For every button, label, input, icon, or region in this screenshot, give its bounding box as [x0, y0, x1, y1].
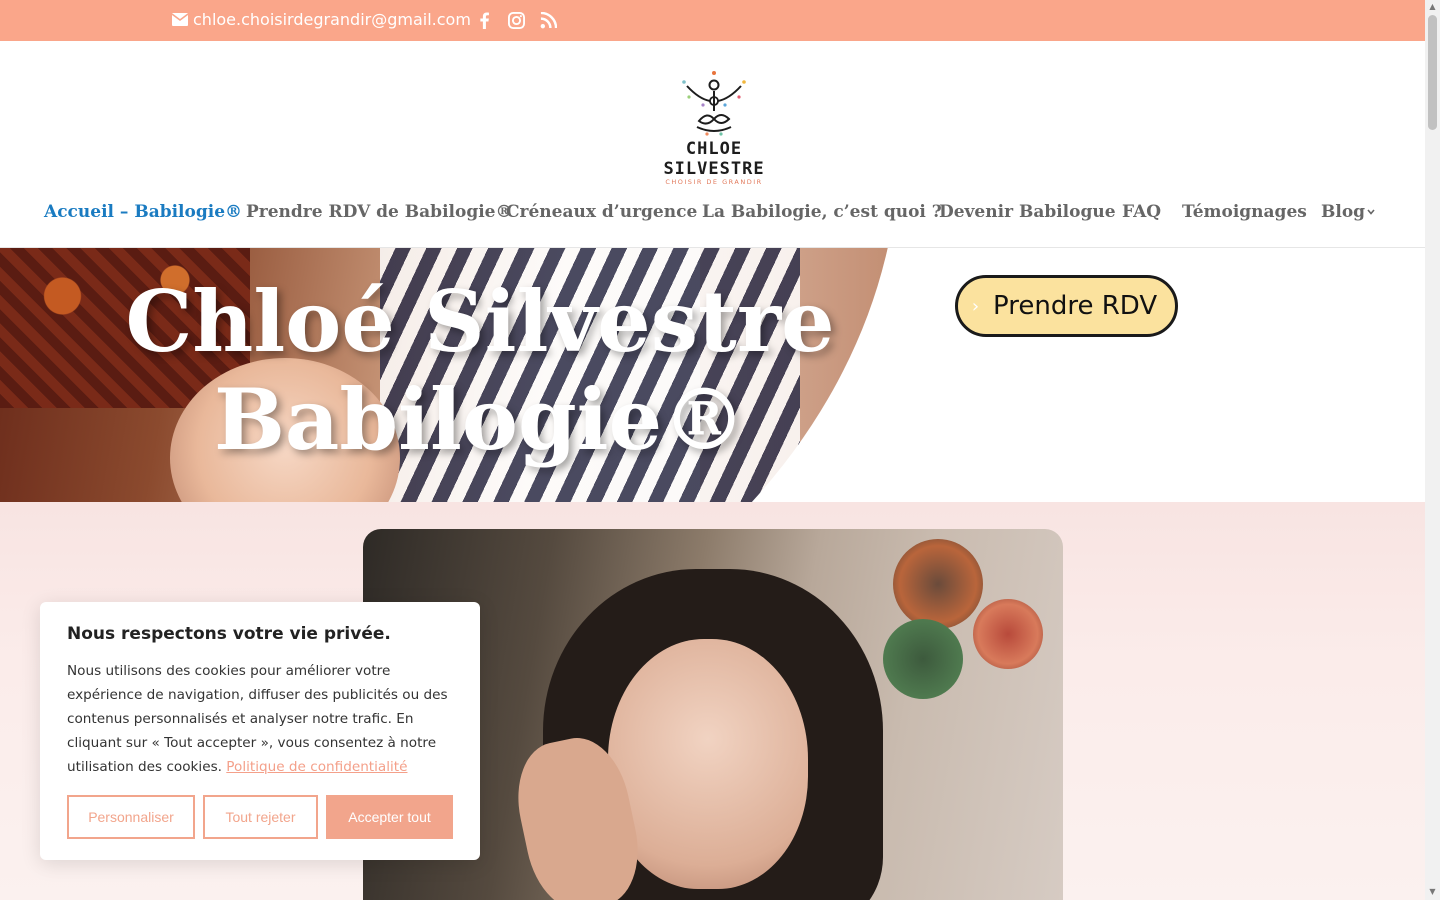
chevron-down-icon[interactable]	[1366, 207, 1376, 217]
customize-button[interactable]: Personnaliser	[67, 795, 195, 839]
cookie-buttons: Personnaliser Tout rejeter Accepter tout	[67, 795, 453, 839]
facebook-icon[interactable]	[475, 11, 493, 29]
instagram-icon[interactable]	[507, 11, 525, 29]
prendre-rdv-button[interactable]: › Prendre RDV	[955, 275, 1178, 337]
site-logo[interactable]: CHLOE SILVESTRE CHOISIR DE GRANDIR	[638, 69, 790, 186]
cookie-text: Nous utilisons des cookies pour améliore…	[67, 659, 453, 779]
cookie-banner: Nous respectons votre vie privée. Nous u…	[40, 602, 480, 860]
email-link[interactable]: chloe.choisirdegrandir@gmail.com	[172, 10, 471, 29]
site-header: CHLOE SILVESTRE CHOISIR DE GRANDIR Accue…	[0, 41, 1425, 248]
prendre-rdv-label: Prendre RDV	[993, 291, 1158, 321]
nav-item-faq[interactable]: FAQ	[1122, 202, 1161, 222]
hero-title: Chloé Silvestre	[125, 272, 835, 371]
rss-icon[interactable]	[539, 11, 557, 29]
nav-item-blog[interactable]: Blog	[1321, 202, 1365, 222]
hero-section: Chloé Silvestre Babilogie®	[0, 248, 1425, 502]
cookie-title: Nous respectons votre vie privée.	[67, 624, 391, 644]
main-nav: Accueil – Babilogie® Prendre RDV de Babi…	[0, 202, 1425, 226]
accept-all-button[interactable]: Accepter tout	[326, 795, 453, 839]
logo-subtitle: CHOISIR DE GRANDIR	[665, 178, 763, 186]
scrollbar[interactable]: ▲ ▼	[1425, 0, 1440, 900]
nav-item-temoignages[interactable]: Témoignages	[1182, 202, 1307, 222]
scrollbar-thumb[interactable]	[1428, 15, 1437, 130]
hero-subtitle: Babilogie®	[213, 370, 747, 469]
chevron-right-icon: ›	[971, 295, 980, 317]
logo-figure-icon	[682, 71, 746, 136]
nav-item-prendre-rdv[interactable]: Prendre RDV de Babilogie®	[246, 202, 512, 222]
email-text: chloe.choisirdegrandir@gmail.com	[193, 10, 471, 29]
nav-item-devenir-babilogue[interactable]: Devenir Babilogue	[939, 202, 1116, 222]
envelope-icon	[172, 13, 188, 26]
nav-item-accueil[interactable]: Accueil – Babilogie®	[44, 202, 242, 222]
privacy-policy-link[interactable]: Politique de confidentialité	[226, 759, 407, 775]
scroll-down-icon[interactable]: ▼	[1428, 888, 1437, 896]
logo-title: CHLOE SILVESTRE	[663, 139, 765, 179]
reject-all-button[interactable]: Tout rejeter	[203, 795, 318, 839]
nav-item-creneaux-urgence[interactable]: Créneaux d’urgence	[506, 202, 697, 222]
top-bar: chloe.choisirdegrandir@gmail.com	[0, 0, 1425, 41]
nav-item-babilogie[interactable]: La Babilogie, c’est quoi ?	[702, 202, 942, 222]
scroll-up-icon[interactable]: ▲	[1428, 3, 1437, 11]
